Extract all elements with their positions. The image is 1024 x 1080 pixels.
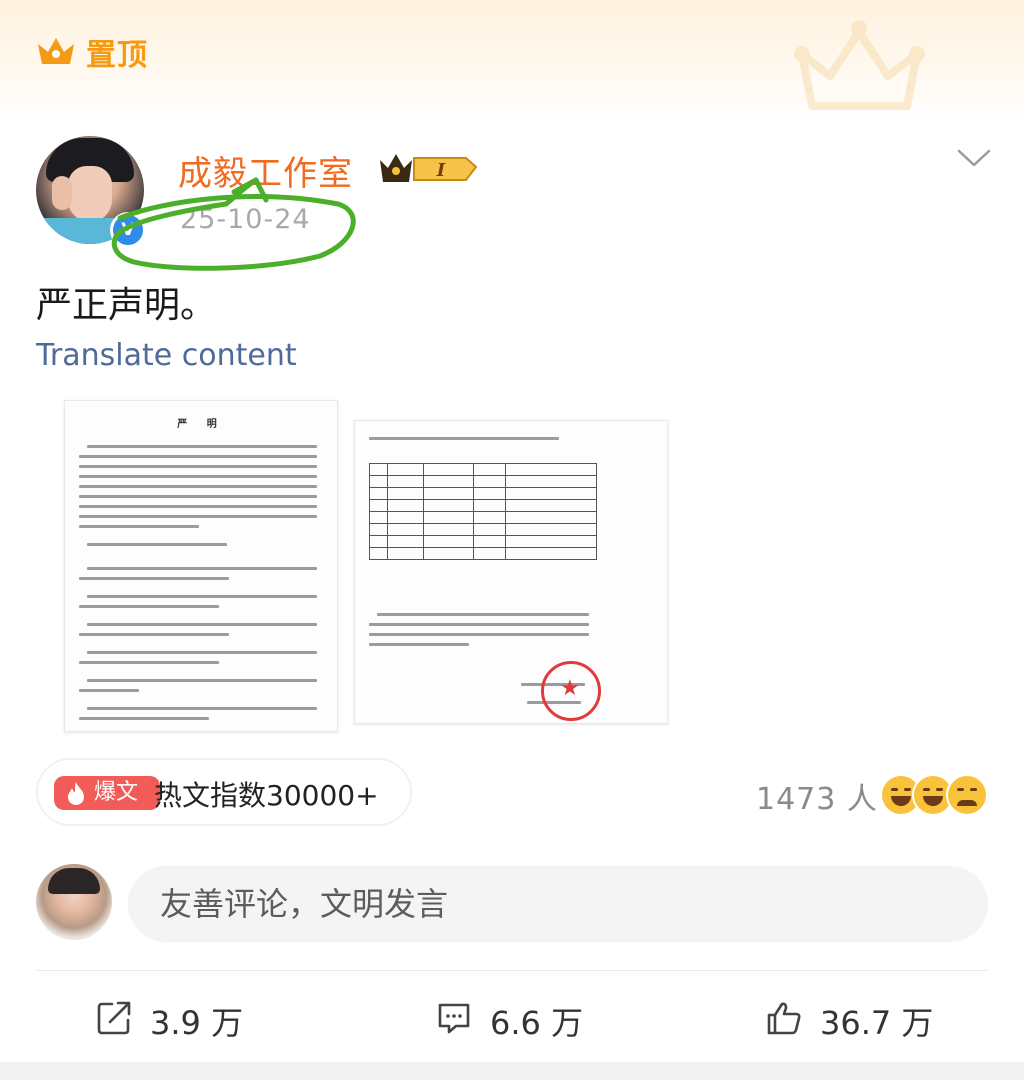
document-page-left: 严 明 [64,400,338,732]
current-user-avatar[interactable] [36,864,112,940]
translate-content-link[interactable]: Translate content [36,338,297,373]
attached-document-image[interactable]: 严 明 ★ [64,398,676,738]
divider [36,970,988,971]
hot-tag-label: 爆文 [94,780,139,805]
crown-icon [38,38,74,64]
like-count: 36.7 万 [820,1004,934,1042]
hot-tag-badge: 爆文 [54,776,160,810]
comment-icon [438,1003,470,1034]
share-button[interactable]: 3.9 万 [96,990,276,1042]
hot-index-chip[interactable]: 爆文 热文指数30000+ [36,758,412,826]
hand-drawn-circle-annotation [111,177,356,271]
red-seal-stamp: ★ [541,661,601,721]
reaction-count[interactable]: 1473 人 [756,774,878,818]
flame-icon [68,782,84,805]
comment-button[interactable]: 6.6 万 [436,990,616,1042]
hot-index-text: 热文指数30000+ [154,779,379,812]
comment-input[interactable] [128,866,988,942]
decorative-crown-icon [794,20,925,110]
document-page-right: ★ [354,420,668,724]
vip-badge-text: I [436,160,446,181]
post-text: 严正声明。 [36,285,217,326]
pinned-label: 置顶 [86,38,148,73]
pinned-banner: 置顶 [0,0,1024,120]
evidence-table [368,463,597,560]
thumbs-up-icon [767,1002,801,1035]
crying-emoji-icon [946,774,988,816]
comment-count: 6.6 万 [490,1004,584,1042]
share-icon [97,1001,131,1035]
document-title: 严 明 [177,419,225,430]
share-count: 3.9 万 [150,1004,244,1042]
bottom-strip [0,1062,1024,1080]
chevron-down-icon[interactable] [956,146,992,170]
like-button[interactable]: 36.7 万 [766,990,966,1042]
vip-level-badge[interactable]: I [378,146,478,188]
